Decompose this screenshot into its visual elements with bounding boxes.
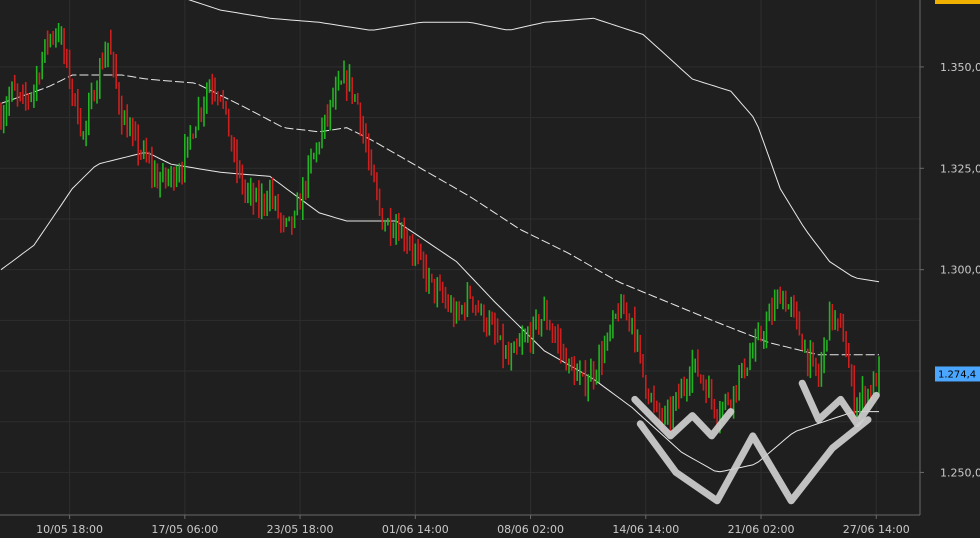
x-tick-label: 14/06 14:00 bbox=[612, 523, 679, 536]
y-tick-label: 1.300,0 bbox=[940, 264, 980, 277]
top-price-tag bbox=[935, 0, 980, 4]
x-tick-label: 17/05 06:00 bbox=[151, 523, 218, 536]
current-price-tag: 1.274,4 bbox=[935, 366, 980, 382]
x-tick-label: 10/05 18:00 bbox=[36, 523, 103, 536]
x-tick-label: 21/06 02:00 bbox=[728, 523, 795, 536]
y-axis-ticks: 1.350,0 1.325,0 1.300,0 1.250,0 bbox=[920, 61, 980, 479]
y-tick-label: 1.325,0 bbox=[940, 162, 980, 175]
x-axis-ticks: 10/05 18:00 17/05 06:00 23/05 18:00 01/06 1… bbox=[36, 515, 910, 536]
x-tick-label: 23/05 18:00 bbox=[267, 523, 334, 536]
price-chart[interactable]: 10/05 18:00 17/05 06:00 23/05 18:00 01/06 1… bbox=[0, 0, 980, 538]
plot-background bbox=[0, 0, 920, 515]
x-tick-label: 08/06 02:00 bbox=[497, 523, 564, 536]
y-tick-label: 1.250,0 bbox=[940, 466, 980, 479]
current-price-label: 1.274,4 bbox=[938, 369, 976, 380]
y-tick-label: 1.350,0 bbox=[940, 61, 980, 74]
x-tick-label: 01/06 14:00 bbox=[382, 523, 449, 536]
x-tick-label: 27/06 14:00 bbox=[843, 523, 910, 536]
